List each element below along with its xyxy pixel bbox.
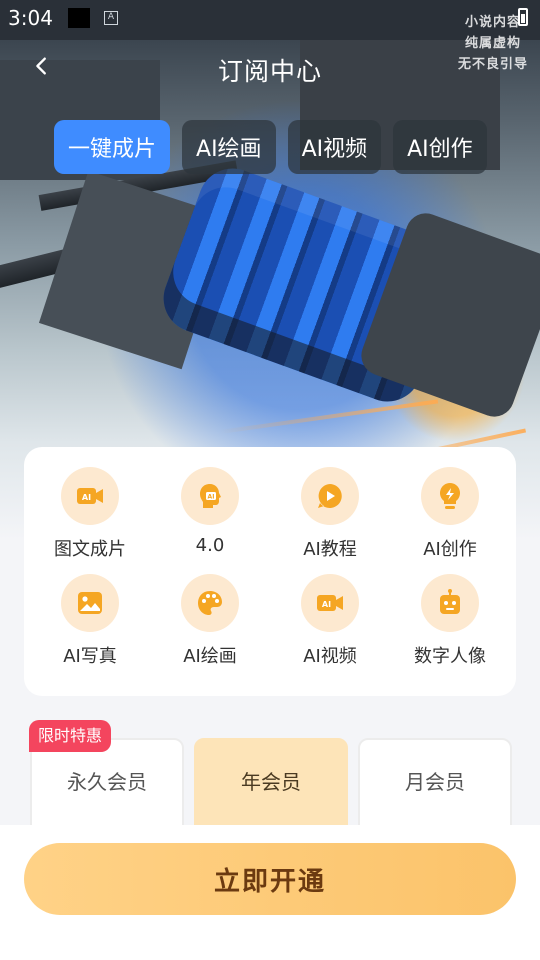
feature-item[interactable]: AI 图文成片 — [30, 467, 150, 574]
plan-yearly[interactable]: 年会员 — [194, 738, 348, 838]
feature-label: AI视频 — [303, 645, 357, 667]
feature-item[interactable]: AI教程 — [270, 467, 390, 574]
watermark-line: 纯属虚构 — [464, 36, 521, 51]
feature-label: AI教程 — [303, 539, 357, 560]
promo-badge: 限时特惠 — [29, 720, 112, 752]
feature-label: AI绘画 — [183, 645, 237, 667]
a-notification-icon: A — [104, 11, 118, 25]
icon-ai-text: AI — [208, 494, 215, 501]
plan-monthly[interactable]: 月会员 — [358, 738, 512, 838]
subscribe-button[interactable]: 立即开通 — [24, 843, 516, 915]
feature-item[interactable]: 数字人像 — [390, 573, 510, 681]
video-camera-ai-icon: AI — [301, 573, 359, 632]
palette-icon — [181, 573, 239, 632]
tab-ai-creation[interactable]: AI创作 — [393, 120, 487, 174]
feature-item[interactable]: AI AI视频 — [270, 573, 390, 681]
watermark-line: 小说内容 — [464, 15, 521, 30]
feature-item[interactable]: AI绘画 — [150, 573, 270, 681]
lightbulb-icon — [421, 467, 479, 525]
plan-lifetime[interactable]: 永久会员 — [30, 738, 184, 838]
play-bubble-icon — [301, 467, 359, 525]
notification-square-icon — [68, 8, 90, 28]
feature-label: AI创作 — [423, 539, 477, 560]
ai-head-icon: AI — [181, 467, 239, 525]
tab-ai-video[interactable]: AI视频 — [287, 120, 382, 174]
tab-one-click[interactable]: 一键成片 — [54, 120, 171, 174]
category-tabs: 一键成片 AI绘画 AI视频 AI创作 — [54, 120, 540, 174]
feature-label: 4.0 — [195, 535, 225, 556]
feature-label: AI写真 — [63, 645, 117, 667]
feature-item[interactable]: AI创作 — [390, 467, 510, 574]
video-camera-ai-icon: AI — [61, 467, 119, 525]
photo-icon — [61, 573, 119, 632]
feature-grid: AI 图文成片 AI 4.0 AI教程 AI创作 AI写真 AI绘画 AI AI… — [24, 447, 516, 696]
feature-item[interactable]: AI 4.0 — [150, 467, 270, 574]
tab-ai-drawing[interactable]: AI绘画 — [182, 120, 276, 174]
icon-ai-text: AI — [82, 493, 91, 502]
feature-item[interactable]: AI写真 — [30, 573, 150, 681]
status-time: 3:04 — [8, 6, 53, 30]
feature-label: 数字人像 — [414, 645, 486, 667]
robot-icon — [421, 573, 479, 632]
icon-ai-text: AI — [322, 600, 331, 609]
feature-label: 图文成片 — [54, 539, 126, 560]
page-title: 订阅中心 — [217, 57, 322, 86]
bottom-bar: 立即开通 — [0, 825, 540, 960]
